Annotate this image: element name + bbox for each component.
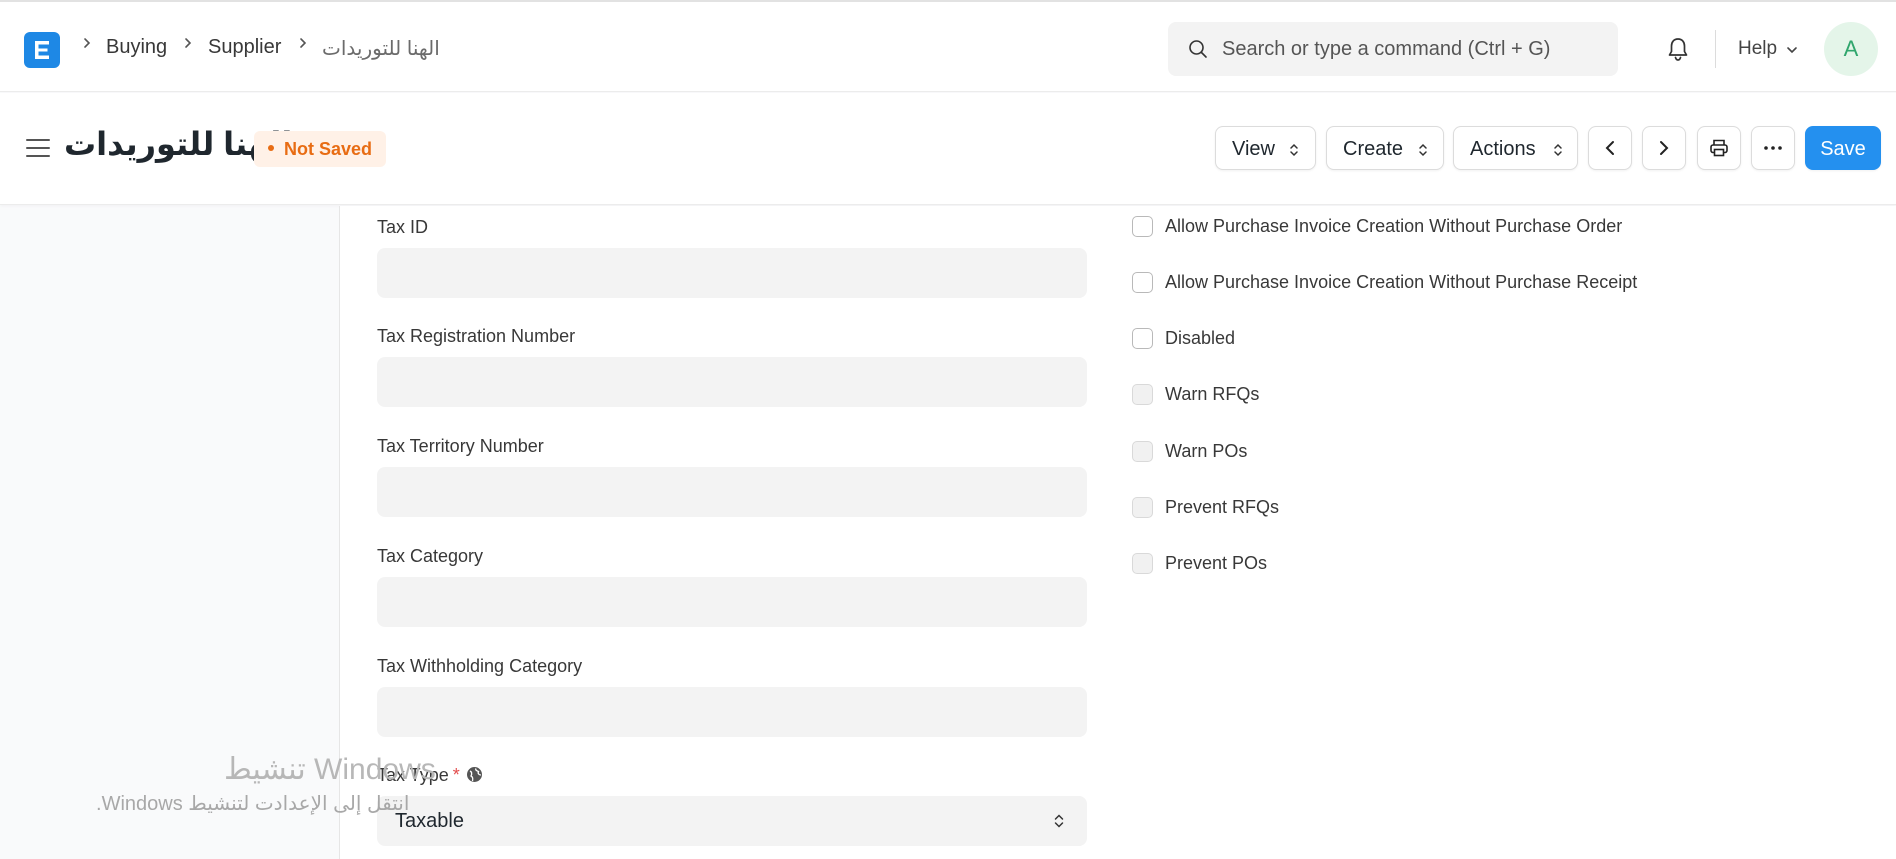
chevron-right-icon [84, 38, 91, 48]
tax-type-select[interactable]: Taxable [377, 796, 1087, 846]
status-text: Not Saved [284, 139, 373, 159]
tax-id-label: Tax ID [377, 217, 429, 237]
navbar-divider [1715, 30, 1716, 68]
checkbox-label: Warn RFQs [1165, 384, 1260, 404]
select-arrows-icon [1419, 143, 1427, 157]
tax-id-input[interactable] [377, 248, 1087, 298]
status-badge: Not Saved [254, 131, 387, 167]
sidebar-toggle-icon[interactable] [26, 137, 50, 159]
form-section [339, 206, 1896, 859]
chevron-left-icon [1605, 141, 1614, 155]
checkbox-label: Warn POs [1165, 441, 1248, 461]
tax-category-label: Tax Category [377, 546, 484, 566]
checkbox-label: Allow Purchase Invoice Creation Without … [1165, 272, 1638, 292]
previous-record-button[interactable] [1588, 126, 1632, 170]
create-button[interactable]: Create [1326, 126, 1444, 170]
select-arrows-icon [1054, 814, 1064, 828]
breadcrumb-current: الهنا للتوريدات [322, 38, 440, 60]
search-bar[interactable] [1168, 22, 1618, 76]
save-button[interactable]: Save [1805, 126, 1881, 170]
more-options-button[interactable] [1751, 126, 1795, 170]
app-logo[interactable] [24, 32, 60, 68]
view-button-label: View [1232, 138, 1275, 160]
chevron-down-icon[interactable] [1785, 43, 1799, 57]
help-menu[interactable]: Help [1738, 38, 1777, 60]
checkbox-label: Prevent RFQs [1165, 497, 1280, 517]
erpnext-logo-icon [35, 41, 49, 59]
select-arrows-icon [1554, 143, 1562, 157]
create-button-label: Create [1343, 138, 1404, 160]
breadcrumb-buying[interactable]: Buying [106, 36, 167, 59]
notification-bell-icon[interactable] [1664, 35, 1692, 63]
search-input[interactable] [1222, 22, 1602, 76]
user-avatar[interactable]: A [1824, 22, 1878, 76]
windows-activation-subtitle: انتقل إلى الإعدادت لتنشيط Windows. [96, 793, 410, 815]
tax-registration-number-label: Tax Registration Number [377, 326, 576, 346]
globe-icon [466, 766, 482, 782]
print-button[interactable] [1697, 126, 1741, 170]
tax-withholding-category-label: Tax Withholding Category [377, 656, 583, 676]
checkbox-input[interactable] [1132, 216, 1153, 237]
chevron-right-icon [185, 38, 192, 48]
checkbox-input[interactable] [1132, 497, 1153, 518]
checkbox-input[interactable] [1132, 441, 1153, 462]
checkbox-label: Disabled [1165, 328, 1236, 348]
save-button-label: Save [1820, 138, 1866, 160]
printer-icon [1710, 139, 1728, 157]
required-mark: * [452, 765, 460, 785]
checkbox-label: Allow Purchase Invoice Creation Without … [1165, 216, 1623, 236]
actions-button-label: Actions [1470, 138, 1536, 160]
checkbox-label: Prevent POs [1165, 553, 1268, 573]
next-record-button[interactable] [1642, 126, 1686, 170]
search-icon [1189, 40, 1207, 58]
tax-territory-number-input[interactable] [377, 467, 1087, 517]
windows-activation-title: تنشيط Windows [224, 753, 436, 786]
top-navbar: Buying Supplier الهنا للتوريدات Help A [0, 0, 1896, 92]
breadcrumb-supplier[interactable]: Supplier [208, 36, 281, 59]
status-dot [268, 145, 274, 152]
tax-category-input[interactable] [377, 577, 1087, 627]
checkbox-input[interactable] [1132, 328, 1153, 349]
view-button[interactable]: View [1215, 126, 1316, 170]
actions-button[interactable]: Actions [1453, 126, 1578, 170]
checkbox-input[interactable] [1132, 553, 1153, 574]
checkbox-input[interactable] [1132, 272, 1153, 293]
more-horizontal-icon [1764, 146, 1782, 150]
tax-territory-number-label: Tax Territory Number [377, 436, 544, 456]
checkbox-input[interactable] [1132, 384, 1153, 405]
select-arrows-icon [1290, 143, 1298, 157]
page-head: الهنا للتوريدات Not Saved View Create Ac… [0, 93, 1896, 205]
tax-registration-number-input[interactable] [377, 357, 1087, 407]
chevron-right-icon [300, 38, 307, 48]
chevron-right-icon [1660, 141, 1669, 155]
tax-withholding-category-input[interactable] [377, 687, 1087, 737]
